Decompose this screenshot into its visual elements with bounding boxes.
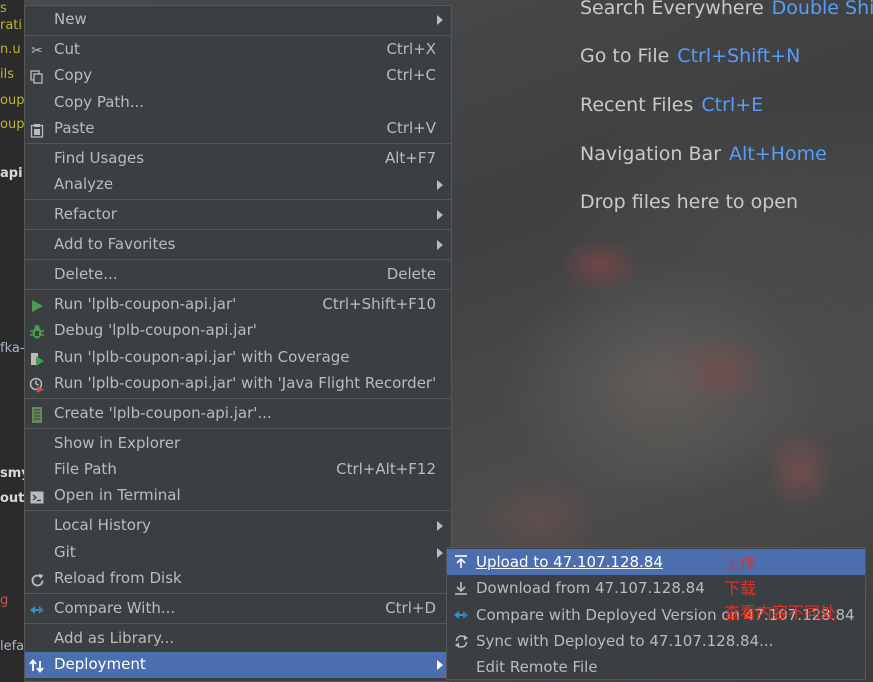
project-panel-strip: s rati n.u ils oup oup api fka- smy outi… xyxy=(0,0,24,682)
submenu-item-edit-remote-file[interactable]: Edit Remote File xyxy=(447,654,865,680)
menu-separator xyxy=(25,35,451,36)
menu-separator xyxy=(25,259,451,260)
menu-item-new[interactable]: New xyxy=(25,7,451,33)
submenu-arrow-icon xyxy=(437,521,443,531)
reload-icon xyxy=(28,571,46,589)
menu-item-compare-with[interactable]: Compare With... Ctrl+D xyxy=(25,596,451,622)
paste-icon xyxy=(28,121,46,139)
project-text: fka- xyxy=(0,341,24,356)
project-text: oup xyxy=(0,93,24,108)
menu-item-deployment[interactable]: Deployment xyxy=(25,652,451,678)
shortcut-label: Ctrl+V xyxy=(386,119,436,137)
submenu-arrow-icon xyxy=(437,15,443,25)
menu-separator xyxy=(25,289,451,290)
menu-separator xyxy=(25,593,451,594)
run-icon xyxy=(28,297,46,315)
menu-item-local-history[interactable]: Local History xyxy=(25,513,451,539)
shortcut-label: Ctrl+Alt+F12 xyxy=(336,460,436,478)
menu-separator xyxy=(25,510,451,511)
project-text: n.u xyxy=(0,42,21,57)
download-icon xyxy=(452,579,470,597)
jar-icon xyxy=(28,406,46,424)
terminal-icon xyxy=(28,488,46,506)
annotation-download: 下载 xyxy=(724,579,757,598)
hint-shortcut: Alt+Home xyxy=(729,143,827,165)
project-text: api xyxy=(0,166,23,181)
shortcut-label: Alt+F7 xyxy=(384,149,436,167)
scissors-icon: ✂ xyxy=(31,43,43,59)
submenu-arrow-icon xyxy=(437,660,443,670)
hint-recent-files: Recent Files Ctrl+E xyxy=(580,94,764,116)
copy-icon xyxy=(28,68,46,86)
project-text: s xyxy=(0,1,7,16)
hint-shortcut: Double Shift xyxy=(771,0,873,19)
menu-item-add-as-library[interactable]: Add as Library... xyxy=(25,626,451,652)
coverage-icon xyxy=(28,350,46,368)
flight-recorder-icon xyxy=(28,376,46,394)
project-text: oup xyxy=(0,117,24,132)
menu-separator xyxy=(25,398,451,399)
menu-item-run-coverage[interactable]: Run 'lplb-coupon-api.jar' with Coverage xyxy=(25,345,451,371)
context-menu: New ✂ Cut Ctrl+X Copy Ctrl+C Copy Path..… xyxy=(24,5,452,682)
menu-item-copy-path[interactable]: Copy Path... xyxy=(25,90,451,116)
upload-icon xyxy=(452,553,470,571)
menu-separator xyxy=(25,199,451,200)
menu-item-git[interactable]: Git xyxy=(25,540,451,566)
hint-drop-files: Drop files here to open xyxy=(580,191,799,213)
sync-icon xyxy=(452,632,470,650)
submenu-item-download[interactable]: Download from 47.107.128.84 xyxy=(447,575,865,601)
menu-item-copy[interactable]: Copy Ctrl+C xyxy=(25,63,451,89)
submenu-item-upload[interactable]: Upload to 47.107.128.84 xyxy=(447,549,865,575)
shortcut-label: Ctrl+Shift+F10 xyxy=(322,295,436,313)
menu-item-find-usages[interactable]: Find Usages Alt+F7 xyxy=(25,146,451,172)
menu-separator xyxy=(25,428,451,429)
hint-shortcut: Ctrl+Shift+N xyxy=(677,45,801,67)
hint-search-everywhere: Search EverywhereDouble Shift xyxy=(580,0,873,19)
annotation-upload: 上传 xyxy=(724,554,757,573)
submenu-arrow-icon xyxy=(437,210,443,220)
shortcut-label: Ctrl+X xyxy=(386,40,436,58)
submenu-arrow-icon xyxy=(437,180,443,190)
deployment-icon xyxy=(28,657,46,675)
menu-item-analyze[interactable]: Analyze xyxy=(25,172,451,198)
shortcut-label: Ctrl+D xyxy=(385,599,436,617)
annotation-compare: 查看内容不同处 xyxy=(724,603,837,622)
menu-item-add-to-favorites[interactable]: Add to Favorites xyxy=(25,232,451,258)
menu-item-create-config[interactable]: Create 'lplb-coupon-api.jar'... xyxy=(25,401,451,427)
menu-item-file-path[interactable]: File Path Ctrl+Alt+F12 xyxy=(25,457,451,483)
shortcut-label: Ctrl+C xyxy=(386,66,436,84)
menu-item-cut[interactable]: ✂ Cut Ctrl+X xyxy=(25,37,451,63)
menu-separator xyxy=(25,143,451,144)
menu-item-delete[interactable]: Delete... Delete xyxy=(25,262,451,288)
hint-navigation-bar: Navigation Bar Alt+Home xyxy=(580,143,827,165)
compare-icon xyxy=(28,601,46,619)
compare-icon xyxy=(452,606,470,624)
menu-item-refactor[interactable]: Refactor xyxy=(25,202,451,228)
project-text: rati xyxy=(0,18,23,33)
project-text: smy xyxy=(0,466,24,481)
menu-item-paste[interactable]: Paste Ctrl+V xyxy=(25,116,451,142)
submenu-arrow-icon xyxy=(437,240,443,250)
submenu-arrow-icon xyxy=(437,548,443,558)
project-text: ils xyxy=(0,67,14,82)
project-text: lefa xyxy=(0,639,24,654)
menu-item-run-flight-recorder[interactable]: Run 'lplb-coupon-api.jar' with 'Java Fli… xyxy=(25,371,451,397)
project-text: outi xyxy=(0,491,24,506)
hint-shortcut: Ctrl+E xyxy=(701,94,764,116)
hint-go-to-file: Go to File Ctrl+Shift+N xyxy=(580,45,801,67)
menu-separator xyxy=(25,623,451,624)
menu-item-reload-from-disk[interactable]: Reload from Disk xyxy=(25,566,451,592)
project-text: g xyxy=(0,593,9,608)
menu-item-open-in-terminal[interactable]: Open in Terminal xyxy=(25,483,451,509)
menu-item-show-in-explorer[interactable]: Show in Explorer xyxy=(25,431,451,457)
submenu-item-sync[interactable]: Sync with Deployed to 47.107.128.84... xyxy=(447,628,865,654)
debug-icon xyxy=(28,323,46,341)
menu-item-run[interactable]: Run 'lplb-coupon-api.jar' Ctrl+Shift+F10 xyxy=(25,292,451,318)
menu-item-debug[interactable]: Debug 'lplb-coupon-api.jar' xyxy=(25,318,451,344)
menu-separator xyxy=(25,229,451,230)
shortcut-label: Delete xyxy=(386,265,436,283)
